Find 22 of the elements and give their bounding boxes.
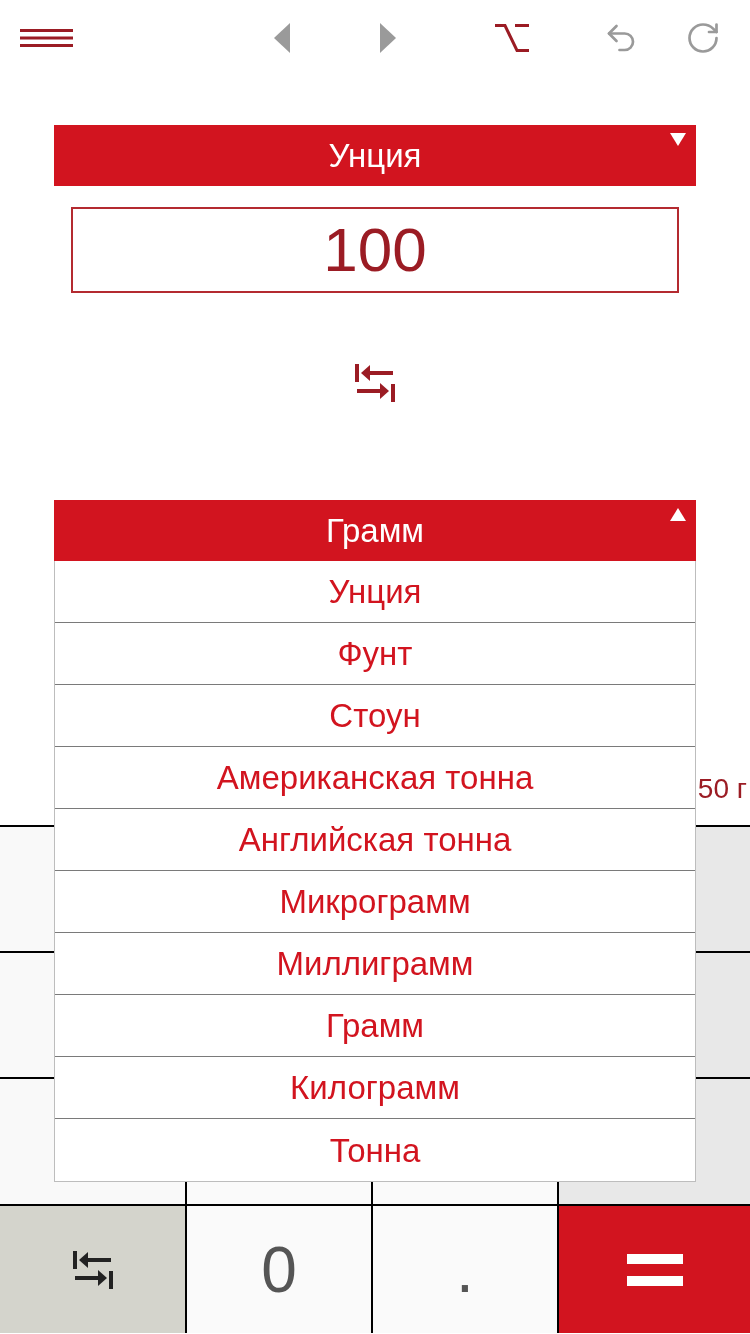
unit-option[interactable]: Американская тонна [55, 747, 695, 809]
unit-option[interactable]: Микрограмм [55, 871, 695, 933]
number-input[interactable]: 100 [71, 207, 679, 293]
unit-option[interactable]: Английская тонна [55, 809, 695, 871]
unit-option[interactable]: Килограмм [55, 1057, 695, 1119]
unit-dropdown[interactable]: Грамм [54, 500, 696, 561]
swap-icon[interactable] [355, 364, 395, 402]
swap-icon[interactable] [72, 1250, 113, 1289]
menu-icon[interactable] [20, 28, 73, 47]
unit-option[interactable]: Тонна [55, 1119, 695, 1181]
equals-key[interactable] [559, 1206, 750, 1333]
unit-option[interactable]: Фунт [55, 623, 695, 685]
unit-option[interactable]: Унция [55, 561, 695, 623]
digit-key[interactable]: . [373, 1206, 557, 1333]
digit-key[interactable]: 0 [187, 1206, 371, 1333]
result-text: 50 г [697, 775, 747, 803]
unit-option[interactable]: Миллиграмм [55, 933, 695, 995]
equals-icon [626, 1253, 683, 1286]
unit-option[interactable]: Грамм [55, 995, 695, 1057]
unit-option[interactable]: Стоун [55, 685, 695, 747]
option-key-icon[interactable] [495, 23, 529, 52]
unit-dropdown[interactable]: Унция [54, 125, 696, 186]
